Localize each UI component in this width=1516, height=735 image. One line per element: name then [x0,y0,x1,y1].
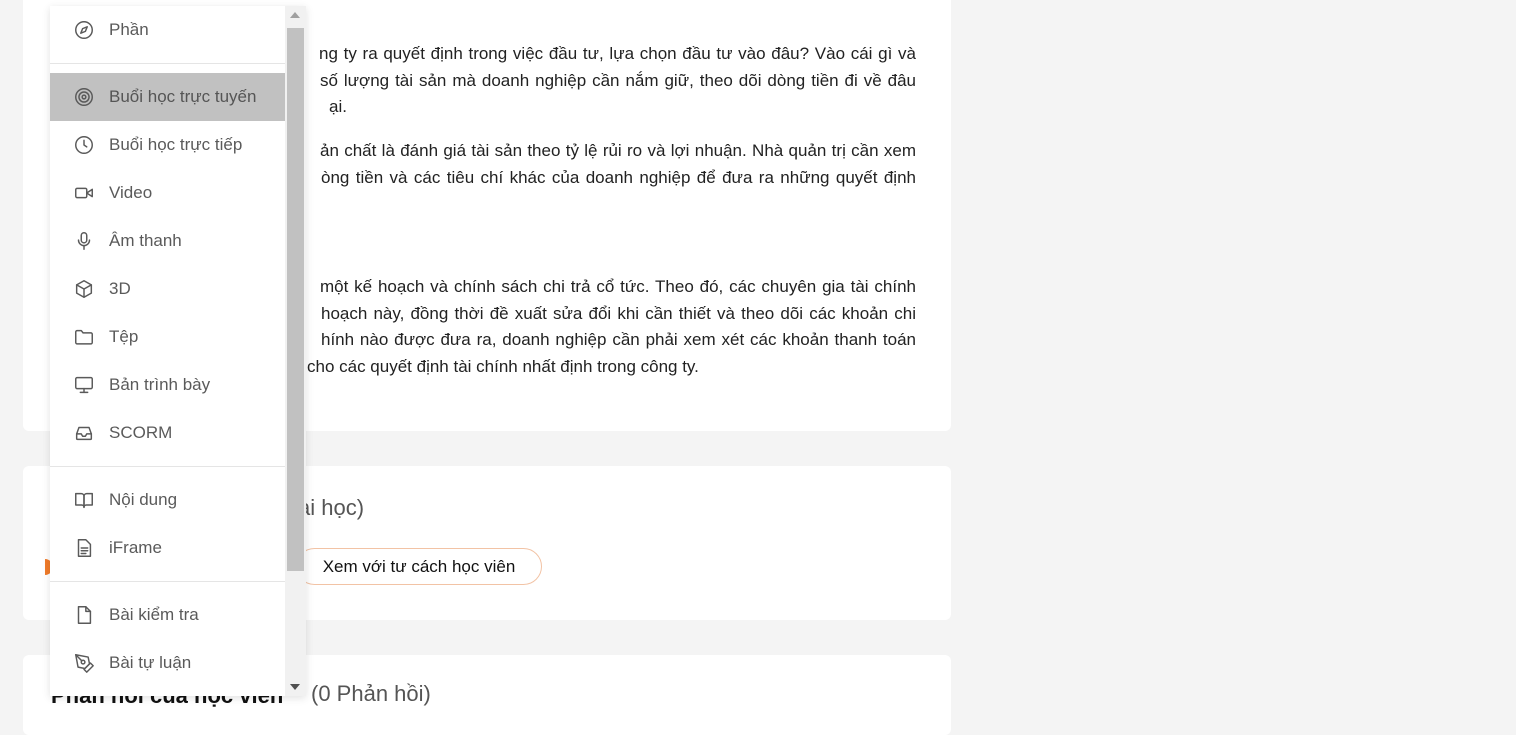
menu-item[interactable]: Buổi học trực tiếp [50,121,285,169]
video-icon [72,181,96,205]
scrollbar[interactable] [285,6,306,696]
menu-item-label: 3D [109,279,131,298]
menu-item[interactable]: Bài kiểm tra [50,591,285,639]
target-icon [72,85,96,109]
menu-item[interactable]: 3D [50,265,285,313]
menu-item-label: Phần [109,20,149,39]
microphone-icon [72,229,96,253]
menu-item[interactable]: SCORM [50,409,285,457]
menu-item-label: Buổi học trực tuyến [109,87,257,106]
menu-item-label: SCORM [109,423,173,442]
menu-separator [50,466,285,467]
menu-item-label: Bài kiểm tra [109,605,199,624]
book-icon [72,488,96,512]
feedback-count: (0 Phản hồi) [311,681,431,706]
menu-item-label: Bài tự luận [109,653,192,672]
menu-item[interactable]: iFrame [50,524,285,572]
menu-item-label: Nội dung [109,490,178,509]
menu-list: Phần Buổi học trực tuyến Buổi học trực tiế… [50,6,285,687]
view-as-student-button[interactable]: Xem với tư cách học viên [296,548,542,585]
menu-item[interactable]: Bài tự luận [50,639,285,687]
menu-item-label: Âm thanh [109,231,182,250]
menu-item-label: Tệp [109,327,139,346]
menu-item[interactable]: Bản trình bày [50,361,285,409]
menu-item-label: Video [109,183,153,202]
pen-tool-icon [72,651,96,675]
monitor-icon [72,373,96,397]
folder-icon [72,325,96,349]
menu-item-label: iFrame [109,538,162,557]
menu-item[interactable]: Buổi học trực tuyến [50,73,285,121]
menu-item-label: Buổi học trực tiếp [109,135,243,154]
menu-item[interactable]: Nội dung [50,476,285,524]
menu-item[interactable]: Phần [50,6,285,54]
file-icon [72,603,96,627]
add-content-dropdown[interactable]: Phần Buổi học trực tuyến Buổi học trực tiế… [50,6,306,696]
compass-icon [72,18,96,42]
cube-icon [72,277,96,301]
menu-separator [50,63,285,64]
scroll-up-arrow-icon[interactable] [290,12,300,18]
menu-item[interactable]: Âm thanh [50,217,285,265]
menu-item[interactable]: Tệp [50,313,285,361]
menu-item-label: Bản trình bày [109,375,211,394]
document-icon [72,536,96,560]
inbox-icon [72,421,96,445]
scrollbar-thumb[interactable] [287,28,304,571]
clock-icon [72,133,96,157]
lesson-title: ài học) [298,495,365,520]
menu-separator [50,581,285,582]
menu-item[interactable]: Video [50,169,285,217]
scroll-down-arrow-icon[interactable] [290,684,300,690]
